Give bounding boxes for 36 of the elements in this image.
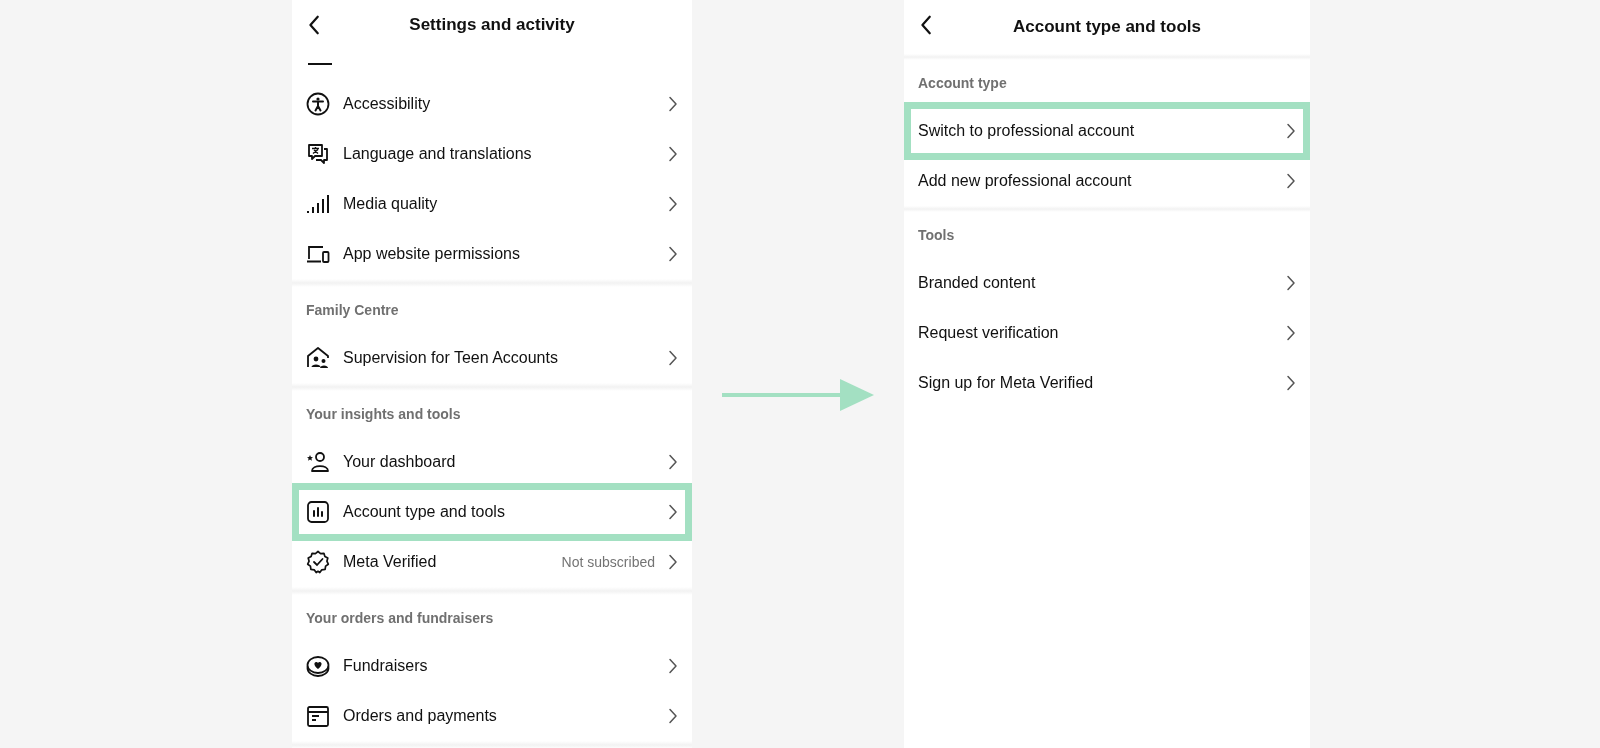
accessibility-icon	[306, 92, 330, 116]
section-header: Family Centre	[305, 301, 400, 320]
chevron-icon	[1286, 375, 1296, 391]
chevron-icon	[668, 146, 678, 162]
chevron-icon	[668, 196, 678, 212]
house-icon	[306, 346, 330, 370]
chevron-icon	[668, 454, 678, 470]
chevron-icon	[668, 246, 678, 262]
section-header: Your insights and tools	[305, 405, 462, 424]
screen-title: Settings and activity	[409, 15, 575, 35]
signal-icon	[306, 192, 330, 216]
chevron-icon	[668, 350, 678, 366]
chevron-icon	[668, 554, 678, 570]
chevron-icon	[668, 504, 678, 520]
chevron-icon	[668, 658, 678, 674]
chevron-icon	[1286, 275, 1296, 291]
person-star-icon	[306, 450, 330, 474]
section-header: Your orders and fundraisers	[305, 609, 495, 628]
status-text: Not subscribed	[561, 554, 655, 570]
receipt-icon	[306, 704, 330, 728]
settings-item[interactable]: Account type and tools	[292, 483, 692, 541]
heart-coin-icon	[306, 654, 330, 678]
chevron-icon	[668, 708, 678, 724]
chevron-icon	[1286, 173, 1296, 189]
verified-badge-icon	[306, 550, 330, 574]
settings-item[interactable]: Switch to professional account	[904, 102, 1310, 160]
translate-icon	[306, 142, 330, 166]
chevron-icon	[1286, 123, 1296, 139]
section-header: Account type	[917, 74, 1008, 93]
dash-icon	[308, 62, 332, 66]
chevron-icon	[668, 96, 678, 112]
screen-title: Account type and tools	[1013, 17, 1201, 37]
chevron-icon	[1286, 325, 1296, 341]
chart-icon	[306, 500, 330, 524]
section-header: Tools	[917, 226, 956, 245]
arrow-icon	[722, 377, 874, 413]
